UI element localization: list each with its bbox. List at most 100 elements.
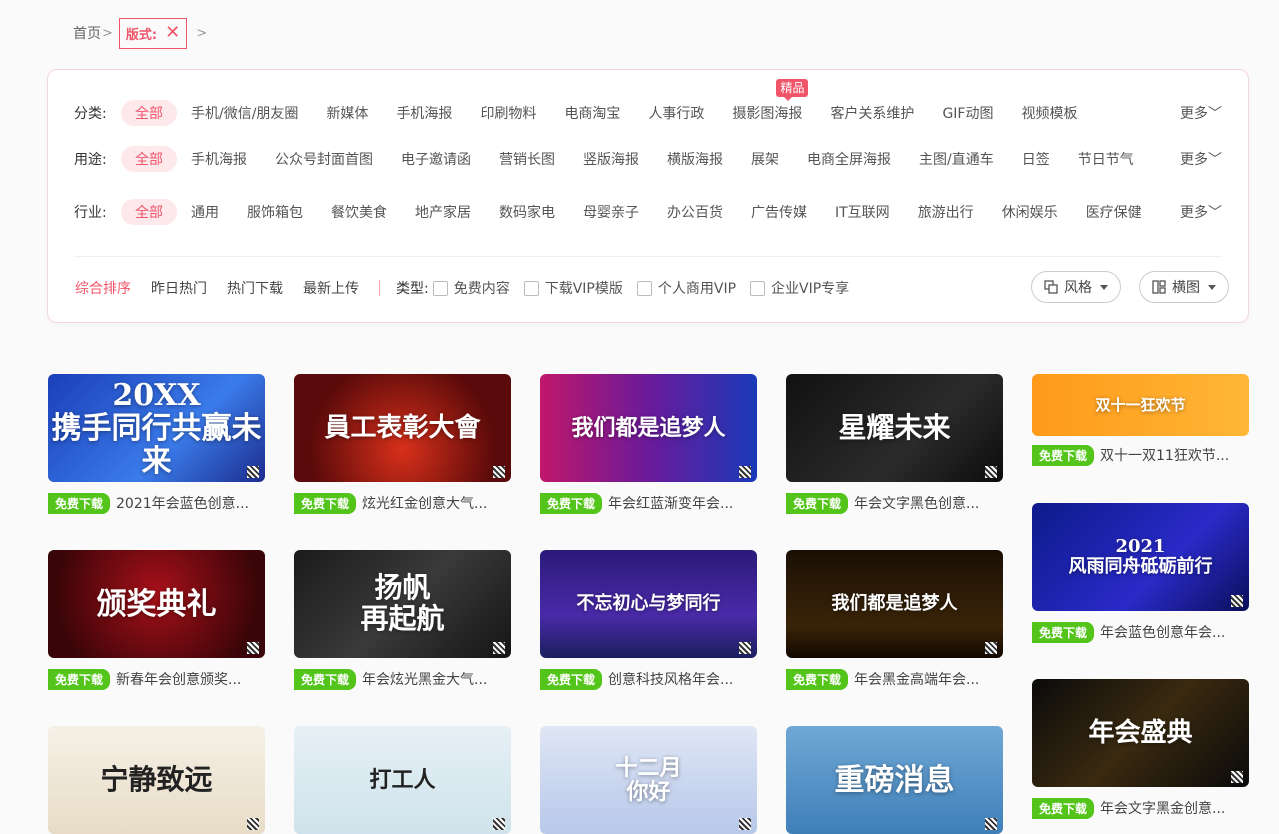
category-item[interactable]: 新媒体 xyxy=(326,103,368,123)
free-download-badge[interactable]: 免费下载 xyxy=(294,492,357,514)
template-thumbnail[interactable]: 星耀未来 xyxy=(786,374,1003,482)
checkbox-enterprise-vip[interactable]: 企业VIP专享 xyxy=(750,278,849,298)
free-download-badge[interactable]: 免费下载 xyxy=(540,668,603,690)
breadcrumb-home-link[interactable]: 首页 xyxy=(73,23,101,43)
card-title[interactable]: 双十一双11狂欢节... xyxy=(1100,445,1229,465)
template-card[interactable]: 年会盛典免费下载 年会文字黑金创意... xyxy=(1032,679,1249,819)
template-thumbnail[interactable]: 員工表彰大會 xyxy=(294,374,511,482)
category-item[interactable]: 客户关系维护 xyxy=(830,103,914,123)
card-title[interactable]: 年会文字黑色创意... xyxy=(854,493,979,513)
template-card[interactable]: 不忘初心与梦同行免费下载 创意科技风格年会... xyxy=(540,550,757,690)
usage-item[interactable]: 电子邀请函 xyxy=(401,149,471,169)
checkbox-box[interactable] xyxy=(523,280,539,296)
free-download-badge[interactable]: 免费下载 xyxy=(1032,444,1095,466)
template-thumbnail[interactable]: 颁奖典礼 xyxy=(48,550,265,658)
industry-item[interactable]: 母婴亲子 xyxy=(583,202,639,222)
industry-item[interactable]: 服饰箱包 xyxy=(247,202,303,222)
industry-item[interactable]: 全部 xyxy=(121,199,177,225)
free-download-badge[interactable]: 免费下载 xyxy=(48,668,111,690)
industry-item[interactable]: IT互联网 xyxy=(835,202,890,222)
layout-dropdown-button[interactable]: 横图 xyxy=(1139,271,1229,303)
category-item[interactable]: 全部 xyxy=(121,100,177,126)
sort-hot-download[interactable]: 热门下载 xyxy=(227,278,283,298)
industry-item[interactable]: 数码家电 xyxy=(499,202,555,222)
checkbox-box[interactable] xyxy=(750,280,766,296)
template-card[interactable]: 員工表彰大會免费下载 炫光红金创意大气... xyxy=(294,374,511,514)
category-item[interactable]: 手机海报 xyxy=(396,103,452,123)
industry-item[interactable]: 旅游出行 xyxy=(918,202,974,222)
free-download-badge[interactable]: 免费下载 xyxy=(540,492,603,514)
checkbox-box[interactable] xyxy=(636,280,652,296)
template-thumbnail[interactable]: 重磅消息 xyxy=(786,726,1003,834)
template-card[interactable]: 我们都是追梦人 免费下载 年会黑金高端年会... xyxy=(786,550,1003,690)
template-thumbnail[interactable]: 不忘初心与梦同行 xyxy=(540,550,757,658)
card-title[interactable]: 创意科技风格年会... xyxy=(608,669,733,689)
sort-latest[interactable]: 最新上传 xyxy=(303,278,359,298)
free-download-badge[interactable]: 免费下载 xyxy=(48,492,111,514)
template-card[interactable]: 星耀未来免费下载 年会文字黑色创意... xyxy=(786,374,1003,514)
template-thumbnail[interactable]: 年会盛典 xyxy=(1032,679,1249,787)
usage-more-button[interactable]: 更多﹀ xyxy=(1180,149,1222,169)
card-title[interactable]: 年会文字黑金创意... xyxy=(1100,798,1225,818)
template-card[interactable]: 我们都是追梦人免费下载 年会红蓝渐变年会... xyxy=(540,374,757,514)
template-thumbnail[interactable]: 20XX 携手同行共赢未来 xyxy=(48,374,265,482)
free-download-badge[interactable]: 免费下载 xyxy=(294,668,357,690)
close-icon[interactable]: ✕ xyxy=(165,24,180,42)
industry-item[interactable]: 通用 xyxy=(191,202,219,222)
usage-item[interactable]: 公众号封面首图 xyxy=(275,149,373,169)
template-card[interactable]: 20XX 携手同行共赢未来免费下载 2021年会蓝色创意... xyxy=(48,374,265,514)
style-dropdown-button[interactable]: 风格 xyxy=(1031,271,1121,303)
template-card[interactable]: 十二月 你好 xyxy=(540,726,757,834)
category-item[interactable]: GIF动图 xyxy=(942,103,993,123)
usage-item[interactable]: 展架 xyxy=(751,149,779,169)
industry-item[interactable]: 广告传媒 xyxy=(751,202,807,222)
sort-yesterday-hot[interactable]: 昨日热门 xyxy=(151,278,207,298)
category-item[interactable]: 摄影图海报 精品 xyxy=(732,79,809,123)
card-title[interactable]: 炫光红金创意大气... xyxy=(362,493,487,513)
industry-item[interactable]: 餐饮美食 xyxy=(331,202,387,222)
checkbox-vip-template[interactable]: 下载VIP模版 xyxy=(523,278,623,298)
free-download-badge[interactable]: 免费下载 xyxy=(786,492,849,514)
checkbox-personal-vip[interactable]: 个人商用VIP xyxy=(636,278,736,298)
template-thumbnail[interactable]: 十二月 你好 xyxy=(540,726,757,834)
template-card[interactable]: 双十一狂欢节 免费下载 双十一双11狂欢节... xyxy=(1032,374,1249,466)
template-thumbnail[interactable]: 2021 风雨同舟砥砺前行 xyxy=(1032,503,1249,611)
card-title[interactable]: 年会炫光黑金大气... xyxy=(362,669,487,689)
usage-item[interactable]: 节日节气 xyxy=(1078,149,1134,169)
card-title[interactable]: 年会红蓝渐变年会... xyxy=(608,493,733,513)
category-item[interactable]: 电商淘宝 xyxy=(564,103,620,123)
category-item[interactable]: 印刷物料 xyxy=(480,103,536,123)
usage-item[interactable]: 主图/直通车 xyxy=(919,149,994,169)
card-title[interactable]: 年会蓝色创意年会... xyxy=(1100,622,1225,642)
industry-item[interactable]: 办公百货 xyxy=(667,202,723,222)
template-card[interactable]: 打工人 xyxy=(294,726,511,834)
checkbox-free[interactable]: 免费内容 xyxy=(432,278,510,298)
usage-item[interactable]: 日签 xyxy=(1022,149,1050,169)
card-title[interactable]: 年会黑金高端年会... xyxy=(854,669,979,689)
industry-more-button[interactable]: 更多﹀ xyxy=(1180,202,1222,222)
category-item[interactable]: 手机/微信/朋友圈 xyxy=(191,103,298,123)
usage-item[interactable]: 横版海报 xyxy=(667,149,723,169)
usage-item[interactable]: 手机海报 xyxy=(191,149,247,169)
template-thumbnail[interactable]: 打工人 xyxy=(294,726,511,834)
template-card[interactable]: 2021 风雨同舟砥砺前行 免费下载 年会蓝色创意年会... xyxy=(1032,503,1249,643)
template-card[interactable]: 宁静致远 xyxy=(48,726,265,834)
usage-item[interactable]: 全部 xyxy=(121,146,177,172)
usage-item[interactable]: 电商全屏海报 xyxy=(807,149,891,169)
template-thumbnail[interactable]: 宁静致远 xyxy=(48,726,265,834)
free-download-badge[interactable]: 免费下载 xyxy=(786,668,849,690)
template-card[interactable]: 颁奖典礼 免费下载 新春年会创意颁奖... xyxy=(48,550,265,690)
industry-item[interactable]: 地产家居 xyxy=(415,202,471,222)
category-item[interactable]: 人事行政 xyxy=(648,103,704,123)
template-card[interactable]: 扬帆 再起航 免费下载 年会炫光黑金大气... xyxy=(294,550,511,690)
card-title[interactable]: 2021年会蓝色创意... xyxy=(116,493,249,513)
free-download-badge[interactable]: 免费下载 xyxy=(1032,797,1095,819)
sort-composite[interactable]: 综合排序 xyxy=(75,278,131,298)
category-item[interactable]: 视频模板 xyxy=(1021,103,1077,123)
checkbox-box[interactable] xyxy=(432,280,448,296)
category-more-button[interactable]: 更多﹀ xyxy=(1180,103,1222,123)
template-thumbnail[interactable]: 我们都是追梦人 xyxy=(540,374,757,482)
industry-item[interactable]: 休闲娱乐 xyxy=(1002,202,1058,222)
usage-item[interactable]: 营销长图 xyxy=(499,149,555,169)
industry-item[interactable]: 医疗保健 xyxy=(1086,202,1142,222)
